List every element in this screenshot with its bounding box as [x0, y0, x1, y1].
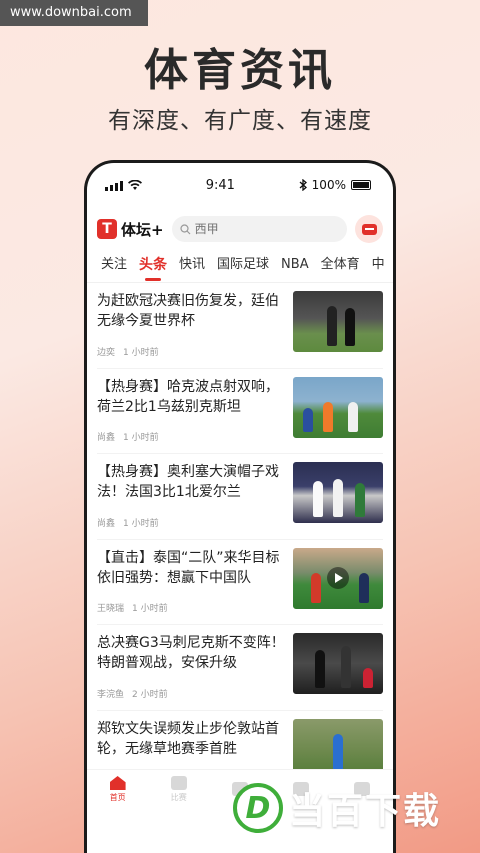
- news-time: 1 小时前: [123, 518, 159, 529]
- status-bar: 9:41 100%: [87, 163, 393, 207]
- news-author: 尚鑫: [97, 518, 116, 529]
- tab-more[interactable]: 中: [366, 251, 391, 282]
- news-thumbnail: [293, 376, 383, 438]
- news-title: 郑钦文失误频发止步伦敦站首轮，无缘草地赛季首胜: [97, 720, 279, 757]
- promo-title: 体育资讯: [144, 45, 336, 96]
- brand-watermark-logo: D 当百下载: [233, 782, 441, 834]
- news-feed: 为赶欧冠决赛旧伤复发，廷伯无缘今夏世界杯 边奕 1 小时前 【热身赛】哈克波点射双…: [87, 283, 393, 796]
- home-icon: [109, 776, 126, 790]
- tab-nba[interactable]: NBA: [275, 251, 315, 282]
- promo-subtitle: 有深度、有广度、有速度: [108, 108, 372, 134]
- tab-headlines[interactable]: 头条: [133, 251, 173, 282]
- news-time: 1 小时前: [123, 347, 159, 358]
- news-thumbnail: [293, 633, 383, 694]
- search-icon: [179, 223, 191, 234]
- battery-icon: [350, 180, 371, 190]
- news-item[interactable]: 【热身赛】奥利塞大演帽子戏法！法国3比1北爱尔兰 尚鑫 1 小时前: [97, 454, 383, 540]
- nav-matches-label: 比赛: [170, 793, 187, 802]
- brand-text: 当百下载: [289, 791, 442, 832]
- category-tabs: 关注 头条 快讯 国际足球 NBA 全体育 中: [87, 251, 393, 283]
- news-title: 【热身赛】奥利塞大演帽子戏法！法国3比1北爱尔兰: [97, 464, 279, 500]
- news-title: 总决赛G3马刺尼克斯不变阵！特朗普观战，安保升级: [97, 635, 285, 671]
- logo-mark-icon: T: [97, 219, 117, 239]
- news-author: 王晓瑞: [97, 604, 125, 614]
- news-author: 边奕: [97, 347, 116, 358]
- bluetooth-icon: [299, 179, 307, 191]
- app-bar: T 体坛+: [87, 207, 393, 251]
- news-title: 【热身赛】哈克波点射双响，荷兰2比1乌兹别克斯坦: [97, 378, 279, 415]
- news-author: 尚鑫: [97, 433, 116, 443]
- news-title: 为赶欧冠决赛旧伤复发，廷伯无缘今夏世界杯: [97, 293, 279, 329]
- trophy-icon: [170, 776, 187, 790]
- tab-follow[interactable]: 关注: [95, 251, 133, 282]
- news-item[interactable]: 为赶欧冠决赛旧伤复发，廷伯无缘今夏世界杯 边奕 1 小时前: [97, 283, 383, 369]
- signal-wifi-icon: [105, 179, 142, 191]
- search-input[interactable]: [194, 222, 315, 236]
- news-title: 【直击】泰国“二队”来华目标依旧强势：想赢下中国队: [97, 549, 280, 586]
- news-video-thumbnail: [293, 547, 383, 609]
- tab-all-sports[interactable]: 全体育: [315, 251, 366, 282]
- news-time: 2 小时前: [132, 689, 168, 700]
- news-thumbnail: [293, 462, 383, 523]
- news-author: 李浣鱼: [97, 689, 125, 700]
- news-item[interactable]: 总决赛G3马刺尼克斯不变阵！特朗普观战，安保升级 李浣鱼 2 小时前: [97, 625, 383, 711]
- news-time: 1 小时前: [132, 604, 168, 614]
- news-time: 1 小时前: [123, 433, 159, 443]
- play-icon[interactable]: [327, 567, 349, 589]
- nav-matches[interactable]: 比赛: [159, 776, 199, 803]
- message-icon: [361, 223, 377, 235]
- brand-d-icon: D: [233, 783, 283, 833]
- tab-intl-football[interactable]: 国际足球: [211, 251, 275, 282]
- app-logo[interactable]: T 体坛+: [97, 219, 164, 240]
- news-thumbnail: [293, 291, 383, 352]
- app-name: 体坛+: [121, 220, 164, 239]
- battery-percent: 100%: [311, 178, 346, 192]
- news-item[interactable]: 【直击】泰国“二队”来华目标依旧强势：想赢下中国队 王晓瑞 1 小时前: [97, 540, 383, 625]
- tab-flash[interactable]: 快讯: [173, 251, 211, 282]
- watermark-url: www.downbai.com: [0, 0, 148, 26]
- search-bar[interactable]: [171, 216, 347, 242]
- nav-home[interactable]: 首页: [98, 776, 138, 803]
- message-button[interactable]: [355, 215, 383, 243]
- news-item[interactable]: 【热身赛】哈克波点射双响，荷兰2比1乌兹别克斯坦 尚鑫 1 小时前: [97, 369, 383, 454]
- status-time: 9:41: [205, 177, 235, 193]
- phone-frame: 9:41 100% T 体坛+ 关注 头条 快讯 国际足球 NBA 全体育 中: [84, 160, 396, 853]
- nav-home-label: 首页: [109, 793, 126, 802]
